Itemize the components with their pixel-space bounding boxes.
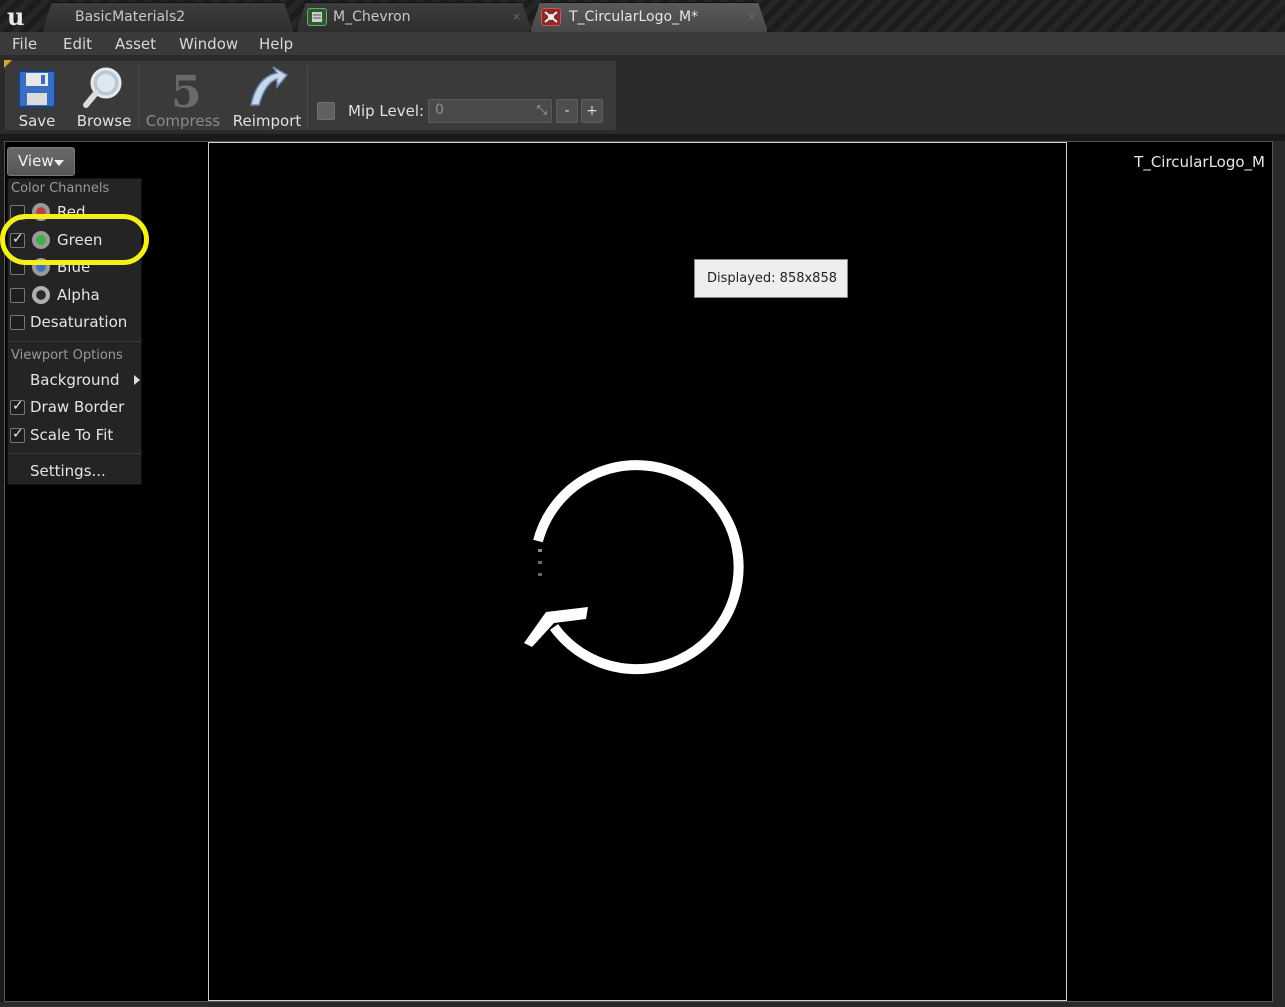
close-icon[interactable]: × <box>512 10 521 23</box>
viewport-frame <box>1273 141 1285 1007</box>
scale-to-fit-row[interactable]: Scale To Fit <box>8 422 141 448</box>
viewport-frame <box>0 1002 1285 1007</box>
circular-logo-texture <box>524 460 744 675</box>
texture-icon <box>541 8 561 26</box>
svg-text:5: 5 <box>171 67 202 113</box>
close-icon[interactable]: × <box>747 10 756 23</box>
tab-label: T_CircularLogo_M* <box>569 9 699 25</box>
menu-file[interactable]: File <box>12 35 37 53</box>
toolbar-separator <box>307 65 308 128</box>
channel-alpha-row[interactable]: Alpha <box>8 282 141 308</box>
toolbar-grip <box>4 60 12 68</box>
mip-level-label: Mip Level: <box>348 102 425 120</box>
compress-button[interactable]: 5 Compress <box>143 61 223 132</box>
browse-label: Browse <box>76 112 132 130</box>
tab-basicmaterials2[interactable]: BasicMaterials2 <box>42 2 294 32</box>
menu-bar: File Edit Asset Window Help <box>0 32 1285 56</box>
tooltip-text: Displayed: 858x858 <box>707 271 837 286</box>
menu-asset[interactable]: Asset <box>115 35 156 53</box>
texture-name-label: T_CircularLogo_M <box>1134 153 1265 171</box>
view-button-label: View <box>18 152 54 170</box>
desaturation-label: Desaturation <box>30 313 128 331</box>
alpha-channel-icon <box>32 286 50 304</box>
save-label: Save <box>18 112 56 130</box>
menu-divider <box>8 453 141 454</box>
unreal-logo-icon[interactable]: u <box>4 2 32 30</box>
tab-t-circularlogo[interactable]: T_CircularLogo_M* × <box>530 2 768 32</box>
channel-alpha-label: Alpha <box>57 286 100 304</box>
material-icon <box>307 8 327 26</box>
reimport-icon <box>250 66 289 106</box>
tab-m-chevron[interactable]: M_Chevron × <box>296 2 532 32</box>
draw-border-checkbox[interactable] <box>10 398 25 415</box>
mip-level-input[interactable]: 0 ⤡ <box>428 99 552 123</box>
toolbar-separator <box>138 65 139 128</box>
displayed-size-tooltip: Displayed: 858x858 <box>694 259 848 298</box>
reimport-button[interactable]: Reimport <box>231 61 303 132</box>
desaturation-checkbox[interactable] <box>10 315 25 330</box>
reimport-label: Reimport <box>232 112 302 130</box>
desaturation-row[interactable]: Desaturation <box>8 309 141 335</box>
save-button[interactable]: Save <box>9 61 65 132</box>
magnifier-icon <box>83 67 122 108</box>
save-icon <box>18 70 56 108</box>
tab-label: BasicMaterials2 <box>75 9 186 25</box>
draw-border-label: Draw Border <box>30 398 125 416</box>
settings-item[interactable]: Settings... <box>8 458 141 484</box>
color-channels-header: Color Channels <box>11 181 110 196</box>
menu-help[interactable]: Help <box>259 35 293 53</box>
menu-window[interactable]: Window <box>179 35 238 53</box>
menu-edit[interactable]: Edit <box>63 35 92 53</box>
tab-bar: u BasicMaterials2 M_Chevron × T_Circular… <box>0 0 1285 32</box>
background-label: Background <box>30 371 120 389</box>
compress-icon: 5 <box>171 67 202 113</box>
browse-button[interactable]: Browse <box>73 61 135 132</box>
view-dropdown-button[interactable]: View <box>7 147 75 176</box>
green-channel-highlight <box>0 214 149 265</box>
scale-to-fit-checkbox[interactable] <box>10 426 25 443</box>
draw-border-row[interactable]: Draw Border <box>8 394 141 420</box>
tab-label: M_Chevron <box>333 9 411 25</box>
svg-text:u: u <box>7 2 24 30</box>
scale-to-fit-label: Scale To Fit <box>30 426 114 444</box>
channel-alpha-checkbox[interactable] <box>10 288 25 303</box>
mip-level-checkbox[interactable] <box>317 102 335 120</box>
mip-increase-button[interactable]: + <box>581 99 603 123</box>
background-submenu[interactable]: Background <box>8 367 141 393</box>
chevron-down-icon <box>54 160 64 166</box>
spin-icon: ⤡ <box>536 103 547 118</box>
compress-label: Compress <box>145 112 221 130</box>
mip-level-value: 0 <box>435 102 444 118</box>
mip-decrease-button[interactable]: - <box>556 99 578 123</box>
menu-divider <box>8 341 141 342</box>
viewport-options-header: Viewport Options <box>11 348 123 363</box>
chevron-right-icon <box>134 375 140 385</box>
settings-label: Settings... <box>30 462 106 480</box>
